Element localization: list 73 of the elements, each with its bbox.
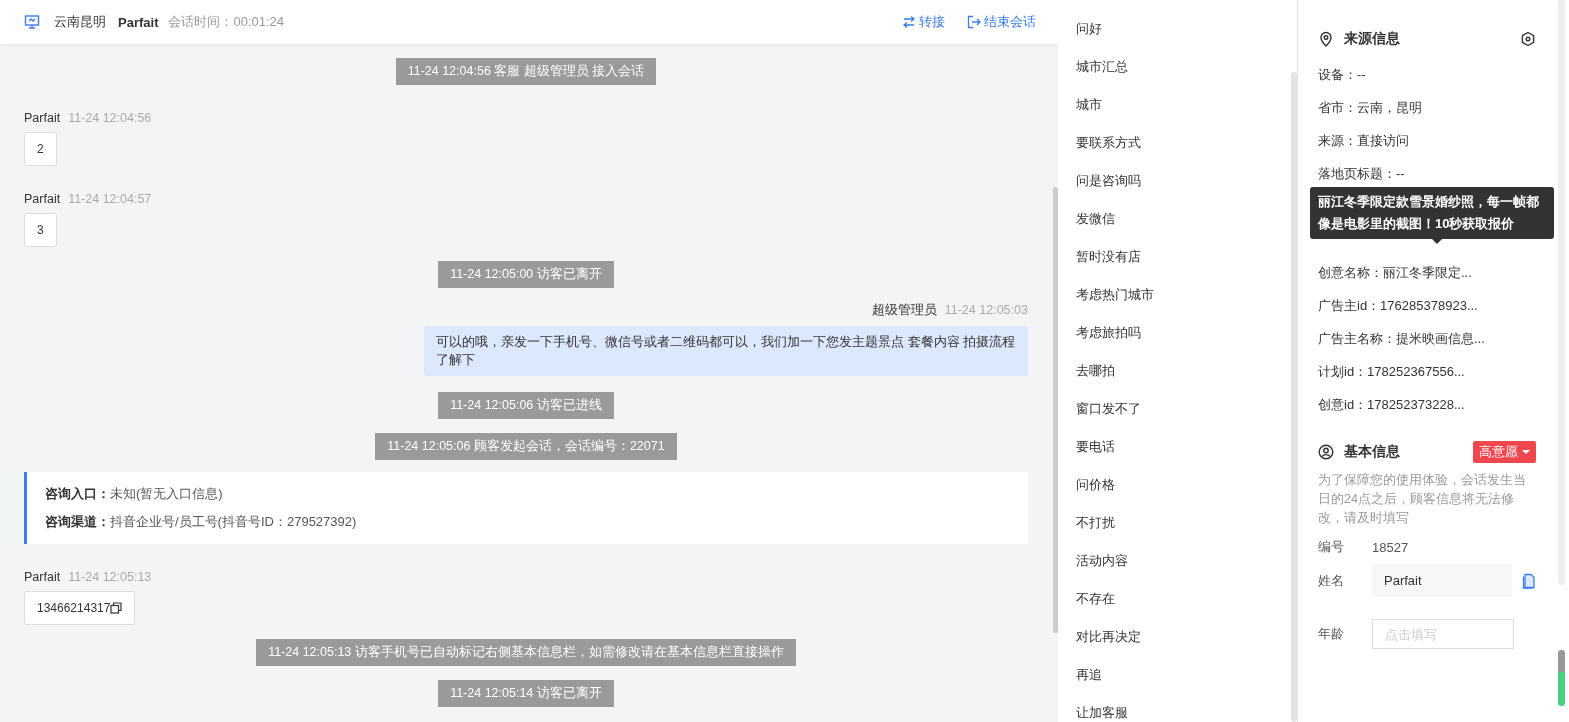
field-value: 18527 [1372,539,1409,555]
source-field: 省市：云南，昆明 [1318,91,1536,124]
tooltip: 丽江冬季限定款雪景婚纱照，每一帧都像是电影里的截图！10秒获取报价 [1310,187,1554,239]
message-bubble: 13466214317 [24,591,136,625]
sender-name: Parfait [24,111,61,125]
quick-reply-item[interactable]: 要电话 [1057,428,1276,466]
sender-name: Parfait [24,192,61,206]
transfer-button[interactable]: 转接 [901,13,945,31]
session-timer: 会话时间：00:01:24 [168,13,285,31]
quick-reply-item[interactable]: 考虑旅拍吗 [1057,314,1276,352]
quick-reply-item[interactable]: 城市 [1057,86,1276,124]
message-time: 11-24 12:05:03 [944,303,1028,317]
field-label: 年龄 [1318,625,1345,643]
source-field: 来源：直接访问 [1318,124,1536,157]
sender-name: 超级管理员 [871,303,937,317]
visitor-location: 云南昆明 [54,13,106,31]
source-field: 广告主id：176285378923... [1318,289,1536,322]
source-field: 计划id：178252367556... [1318,355,1536,388]
message-time: 11-24 12:05:13 [68,570,152,584]
message-bubble: 可以的哦，亲发一下手机号、微信号或者二维码都可以，我们加一下您发主题景点 套餐内容 拍摄流程了解下 [423,326,1028,376]
message-time: 11-24 12:04:56 [68,111,152,125]
quick-reply-item[interactable]: 不打扰 [1057,504,1276,542]
section-title: 来源信息 [1344,30,1400,48]
source-field: 广告主名称：提米映画信息... [1318,322,1536,355]
quick-reply-item[interactable]: 问价格 [1057,466,1276,504]
system-notice: 11-24 12:05:06 顾客发起会话，会话编号：22071 [375,433,677,460]
source-field: 设备：-- [1318,58,1536,91]
source-field: 创意名称：丽江冬季限定... [1318,256,1536,289]
sender-name: Parfait [24,570,61,584]
quick-reply-item[interactable]: 暂时没有店 [1057,238,1276,276]
info-line: 咨询入口：未知(暂无入口信息) [45,485,224,503]
end-session-button[interactable]: 结束会话 [966,13,1036,31]
message-bubble: 3 [24,213,57,247]
document-icon[interactable] [1522,572,1536,589]
quick-reply-item[interactable]: 不存在 [1057,580,1276,618]
monitor-icon [24,14,40,30]
visitor-name: Parfait [118,14,159,30]
exit-icon [966,15,981,29]
quick-reply-item[interactable]: 考虑热门城市 [1057,276,1276,314]
quick-reply-item[interactable]: 问好 [1057,10,1276,48]
user-circle-icon [1318,444,1334,460]
intent-dropdown[interactable]: 高意愿 [1473,441,1536,463]
field-label: 姓名 [1318,571,1345,590]
source-field: 创意id：178252373228... [1318,388,1536,421]
name-field[interactable]: Parfait [1372,564,1512,597]
section-title: 基本信息 [1344,443,1400,461]
quick-reply-item[interactable]: 问是咨询吗 [1057,162,1276,200]
quick-reply-item[interactable]: 去哪拍 [1057,352,1276,390]
scrollbar-thumb[interactable] [1558,650,1565,706]
quick-reply-item[interactable]: 窗口发不了 [1057,390,1276,428]
quick-reply-item[interactable]: 再追 [1057,656,1276,694]
system-notice: 11-24 12:05:00 访客已离开 [438,261,614,288]
tooltip-pointer [1432,239,1442,244]
quick-reply-item[interactable]: 活动内容 [1057,542,1276,580]
info-line: 咨询渠道：抖音企业号/员工号(抖音号ID：279527392) [45,513,358,531]
quick-reply-item[interactable]: 发微信 [1057,200,1276,238]
copy-icon[interactable] [110,602,123,614]
field-label: 编号 [1318,538,1345,556]
notice-text: 为了保障您的使用体验，会话发生当日的24点之后，顾客信息将无法修改，请及时填写 [1318,472,1527,527]
quick-reply-item[interactable]: 让加客服 [1057,694,1276,722]
swap-arrows-icon [901,15,916,29]
system-notice: 11-24 12:05:13 访客手机号已自动标记右侧基本信息栏，如需修改请在基本信息栏直接操作 [256,639,796,666]
quick-reply-item[interactable]: 城市汇总 [1057,48,1276,86]
quick-reply-item[interactable]: 要联系方式 [1057,124,1276,162]
system-notice: 11-24 12:05:06 访客已进线 [438,392,614,419]
location-pin-icon [1318,31,1334,47]
message-time: 11-24 12:04:57 [68,192,152,206]
source-field: 落地页标题：-- [1318,157,1536,190]
system-notice: 11-24 12:05:14 访客已离开 [438,680,614,707]
system-notice: 11-24 12:04:56 客服 超级管理员 接入会话 [395,58,657,85]
hexagon-settings-icon[interactable] [1520,31,1536,47]
quick-reply-item[interactable]: 对比再决定 [1057,618,1276,656]
message-bubble: 2 [24,132,57,166]
